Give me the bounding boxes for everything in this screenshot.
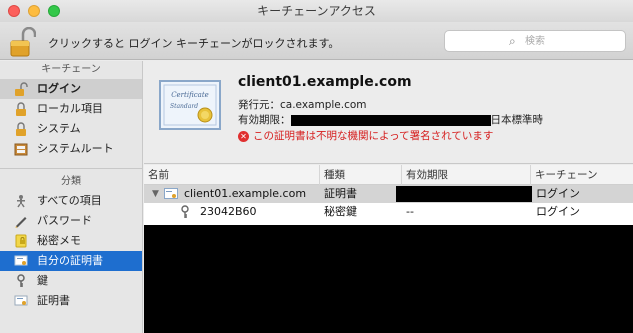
sidebar-item-label: ローカル項目: [37, 102, 103, 115]
sidebar-item-label: 証明書: [37, 294, 70, 307]
row-expires: --: [406, 205, 414, 218]
certificate-issuer: 発行元：ca.example.com: [238, 99, 367, 111]
certificate-expiry: 有効期限： 日本標準時: [238, 112, 543, 127]
row-keychain: ログイン: [536, 187, 580, 200]
lock-message: クリックすると ログイン キーチェーンがロックされます。: [48, 37, 340, 50]
sidebar-item-label: すべての項目: [37, 194, 102, 207]
warning-text: この証明書は不明な機関によって署名されています: [253, 130, 494, 142]
disclosure-triangle-icon[interactable]: ▼: [152, 185, 159, 203]
sidebar: キーチェーン ログイン ローカル項目 システム システムルート 分類 すべての項…: [0, 61, 143, 333]
open-lock-icon: [14, 82, 28, 96]
table-row[interactable]: 23042B60 秘密鍵 -- ログイン: [144, 203, 633, 221]
expiry-timezone: 日本標準時: [490, 114, 544, 126]
redacted-expires: [396, 186, 532, 202]
window-title: キーチェーンアクセス: [257, 4, 376, 18]
row-name: 23042B60: [200, 205, 257, 218]
detail-pane: Certificate Standard client01.example.co…: [144, 61, 633, 164]
row-name: client01.example.com: [184, 187, 307, 200]
sidebar-item-label: ログイン: [37, 82, 81, 95]
sidebar-item-passwords[interactable]: パスワード: [0, 211, 142, 231]
row-kind: 証明書: [324, 187, 357, 200]
sidebar-item-system-roots[interactable]: システムルート: [0, 139, 142, 159]
redacted-expiry: [290, 114, 491, 126]
sidebar-item-my-certificates[interactable]: 自分の証明書: [0, 251, 142, 271]
certificate-image-title: Certificate: [171, 91, 209, 99]
cert-icon: [14, 294, 28, 308]
column-header-kind[interactable]: 種類: [319, 165, 401, 185]
column-header-expires[interactable]: 有効期限: [401, 165, 530, 185]
sidebar-divider: [0, 168, 142, 169]
search-icon: ⌕: [509, 34, 516, 48]
open-lock-icon[interactable]: [10, 27, 36, 57]
close-window-button[interactable]: [8, 5, 20, 17]
table-row[interactable]: ▼ client01.example.com 証明書 ログイン: [144, 185, 633, 203]
sidebar-item-secure-notes[interactable]: 秘密メモ: [0, 231, 142, 251]
toolbar: クリックすると ログイン キーチェーンがロックされます。 ⌕: [0, 22, 633, 60]
search-input[interactable]: [525, 34, 621, 48]
certificate-image-subtitle: Standard: [170, 103, 198, 110]
sidebar-item-local-items[interactable]: ローカル項目: [0, 99, 142, 119]
people-icon: [14, 194, 28, 208]
row-kind: 秘密鍵: [324, 205, 357, 218]
redacted-area: [144, 225, 633, 333]
lock-icon: [14, 122, 28, 136]
category-header: 分類: [61, 176, 81, 187]
column-header-name[interactable]: 名前: [144, 165, 310, 185]
cabinet-icon: [14, 142, 28, 156]
sidebar-item-label: システム: [37, 122, 81, 135]
certificate-name: client01.example.com: [238, 74, 412, 90]
lock-icon: [14, 102, 28, 116]
sidebar-item-label: システムルート: [37, 142, 114, 155]
keychain-header: キーチェーン: [41, 64, 101, 75]
sidebar-item-label: 秘密メモ: [37, 234, 81, 247]
sidebar-item-label: 自分の証明書: [37, 254, 103, 267]
table-header: 名前 種類 有効期限 キーチェーン: [144, 165, 633, 185]
items-table: 名前 種類 有効期限 キーチェーン ▼ client01.example.com…: [144, 165, 633, 333]
key-icon: [14, 274, 28, 288]
cert-icon: [14, 254, 28, 268]
error-icon: ✕: [238, 130, 249, 142]
sidebar-item-certificates[interactable]: 証明書: [0, 291, 142, 311]
sidebar-item-login[interactable]: ログイン: [0, 79, 142, 99]
row-keychain: ログイン: [536, 205, 580, 218]
column-header-keychain[interactable]: キーチェーン: [530, 165, 633, 185]
sidebar-item-label: 鍵: [37, 274, 48, 287]
key-icon: [180, 205, 190, 223]
sidebar-item-system[interactable]: システム: [0, 119, 142, 139]
sidebar-item-label: パスワード: [37, 214, 92, 227]
search-field[interactable]: ⌕: [444, 30, 626, 52]
sidebar-item-keys[interactable]: 鍵: [0, 271, 142, 291]
certificate-image: Certificate Standard: [159, 80, 221, 130]
certificate-warning: ✕ この証明書は不明な機関によって署名されています: [238, 128, 493, 143]
sidebar-item-all-items[interactable]: すべての項目: [0, 191, 142, 211]
pencil-icon: [14, 214, 28, 228]
expiry-label: 有効期限：: [238, 114, 291, 126]
zoom-window-button[interactable]: [48, 5, 60, 17]
minimize-window-button[interactable]: [28, 5, 40, 17]
note-icon: [14, 234, 28, 248]
title-bar: キーチェーンアクセス: [0, 0, 633, 22]
